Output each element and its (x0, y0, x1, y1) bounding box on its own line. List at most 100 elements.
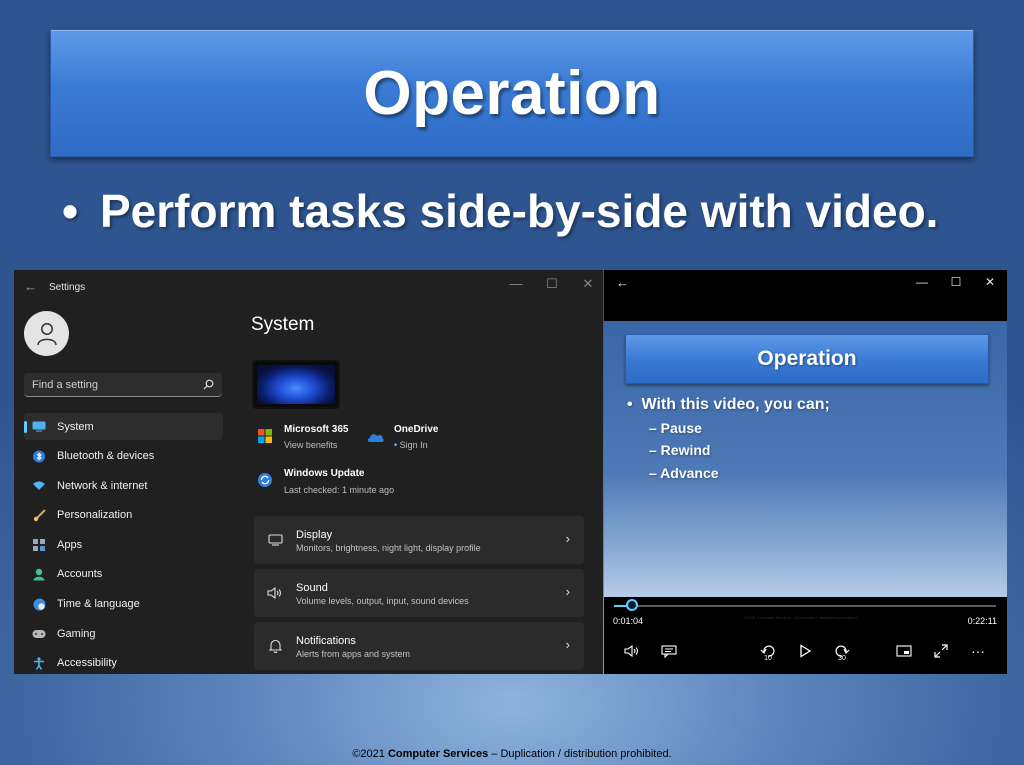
seek-handle[interactable] (626, 599, 639, 611)
microsoft-365-icon[interactable] (258, 429, 272, 443)
minimize-icon[interactable]: — (509, 276, 523, 292)
search-input[interactable]: Find a setting (24, 373, 222, 397)
sidebar-item-label: System (57, 420, 94, 433)
sidebar-item-personalization[interactable]: Personalization (24, 502, 223, 529)
back-arrow-icon[interactable]: ← (616, 275, 629, 290)
sound-subtitle: Volume levels, output, input, sound devi… (296, 596, 469, 606)
slide-title-box: Operation (50, 29, 974, 157)
windows-update-subtitle: Last checked: 1 minute ago (284, 485, 395, 495)
video-player-window: ← — ☐ ✕ Operation • With this video, you… (604, 270, 1007, 674)
play-button[interactable] (794, 640, 816, 662)
avatar[interactable] (24, 311, 69, 356)
video-sub-advance: – Advance (649, 465, 719, 481)
monitor-icon (267, 533, 283, 547)
sidebar-item-label: Apps (57, 538, 83, 551)
video-sub-rewind: – Rewind (649, 442, 711, 458)
close-icon[interactable]: ✕ (983, 275, 997, 289)
more-options-icon[interactable]: ··· (967, 640, 989, 662)
video-bullet: • With this video, you can; (627, 396, 830, 413)
bullet-dot: • (62, 185, 79, 237)
close-icon[interactable]: ✕ (581, 276, 595, 292)
system-icon (32, 420, 46, 433)
display-title: Display (296, 529, 333, 541)
onedrive-signin: Sign In (399, 440, 428, 450)
skip-forward-seconds: 30 (838, 655, 846, 662)
skip-back-button[interactable]: 10 (757, 640, 779, 662)
footer-suffix: – Duplication / distribution prohibited. (488, 748, 672, 760)
onedrive-icon[interactable] (367, 432, 384, 442)
back-arrow-icon[interactable]: ← (24, 279, 37, 294)
sidebar-item-bluetooth[interactable]: Bluetooth & devices (24, 443, 223, 470)
globe-clock-icon (32, 598, 46, 611)
m365-subtitle[interactable]: View benefits (284, 440, 337, 450)
sidebar-item-label: Time & language (57, 598, 140, 611)
status-dot-icon: • (394, 440, 398, 450)
sidebar-item-apps[interactable]: Apps (24, 531, 223, 558)
footer-copyright: ©2021 Computer Services – Duplication / … (0, 748, 1024, 760)
slide-bullet: • Perform tasks side-by-side with video. (62, 184, 1002, 238)
onedrive-title[interactable]: OneDrive (394, 424, 438, 435)
m365-title[interactable]: Microsoft 365 (284, 424, 348, 435)
search-icon (203, 379, 214, 390)
fullscreen-icon[interactable] (930, 640, 952, 662)
desktop-thumbnail[interactable] (252, 360, 340, 409)
skip-back-seconds: 10 (764, 655, 772, 662)
sidebar-item-label: Gaming (57, 627, 96, 640)
page-title: System (251, 314, 315, 335)
mini-view-icon[interactable] (893, 640, 915, 662)
captions-icon[interactable] (658, 640, 680, 662)
settings-app-title: Settings (49, 282, 86, 293)
sidebar-item-gaming[interactable]: Gaming (24, 620, 223, 647)
sidebar-item-network[interactable]: Network & internet (24, 472, 223, 499)
user-icon (36, 322, 57, 345)
windows-update-icon[interactable] (258, 473, 272, 487)
video-frame[interactable]: Operation • With this video, you can; – … (604, 321, 1007, 620)
chevron-right-icon: › (565, 531, 570, 546)
playback-controls: 10 30 ··· (604, 630, 1007, 674)
video-bullet-text: With this video, you can; (641, 396, 830, 413)
notifications-title: Notifications (296, 635, 356, 647)
sound-card[interactable]: Sound Volume levels, output, input, soun… (254, 569, 584, 617)
time-elapsed: 0:01:04 (613, 616, 644, 626)
sidebar-item-time-language[interactable]: Time & language (24, 591, 223, 618)
sidebar-item-accessibility[interactable]: Accessibility (24, 650, 223, 674)
minimize-icon[interactable]: — (915, 275, 929, 289)
bell-icon (267, 639, 283, 653)
gamepad-icon (32, 627, 46, 640)
sidebar-item-label: Bluetooth & devices (57, 450, 155, 463)
video-slide-title: Operation (625, 334, 989, 384)
wifi-icon (32, 479, 46, 492)
apps-icon (32, 538, 46, 551)
chevron-right-icon: › (565, 584, 570, 599)
footer-company: Computer Services (387, 748, 489, 760)
skip-forward-button[interactable]: 30 (831, 640, 853, 662)
time-total: 0:22:11 (967, 616, 997, 626)
chevron-right-icon: › (565, 637, 570, 652)
windows-update-title[interactable]: Windows Update (284, 468, 364, 479)
volume-icon[interactable] (621, 640, 643, 662)
settings-nav: System Bluetooth & devices Network & int… (24, 413, 223, 674)
sidebar-item-label: Accessibility (57, 657, 117, 670)
onedrive-subtitle[interactable]: • Sign In (394, 440, 428, 450)
accounts-icon (32, 568, 46, 581)
display-subtitle: Monitors, brightness, night light, displ… (296, 543, 481, 553)
maximize-icon[interactable]: ☐ (545, 276, 559, 292)
slide-bullet-text: Perform tasks side-by-side with video. (100, 185, 939, 237)
seek-bar[interactable] (614, 605, 996, 607)
sidebar-item-system[interactable]: System (24, 413, 223, 440)
video-copyright: ©2021 Computer Services – Duplication / … (744, 615, 858, 620)
sidebar-item-accounts[interactable]: Accounts (24, 561, 223, 588)
footer-prefix: ©2021 (352, 748, 388, 760)
maximize-icon[interactable]: ☐ (949, 275, 963, 289)
display-card[interactable]: Display Monitors, brightness, night ligh… (254, 516, 584, 564)
sidebar-item-label: Accounts (57, 568, 103, 581)
brush-icon (32, 509, 46, 522)
video-sub-pause: – Pause (649, 420, 702, 436)
notifications-card[interactable]: Notifications Alerts from apps and syste… (254, 622, 584, 670)
sound-title: Sound (296, 582, 328, 594)
wallpaper-preview (257, 365, 335, 404)
bluetooth-icon (32, 450, 46, 463)
slide-title: Operation (363, 58, 661, 128)
search-placeholder: Find a setting (32, 378, 99, 391)
accessibility-icon (32, 657, 46, 670)
